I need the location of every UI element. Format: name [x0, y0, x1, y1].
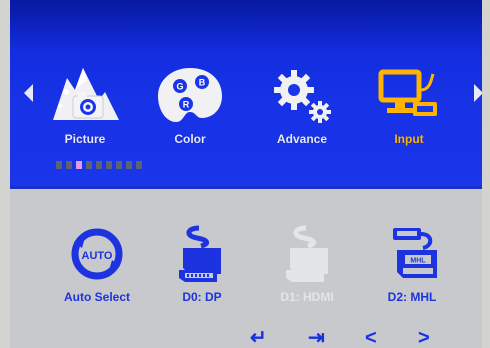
page-dot	[86, 161, 92, 169]
menu-page-indicator	[56, 161, 142, 169]
page-dot-active	[76, 161, 82, 169]
page-dot	[66, 161, 72, 169]
auto-icon: AUTO	[71, 228, 123, 280]
menu-label-advance: Advance	[276, 132, 328, 146]
menu-label-picture: Picture	[64, 132, 106, 146]
menu-panel-shade	[10, 0, 482, 50]
source-label-dp: D0: DP	[182, 290, 222, 304]
source-mhl[interactable]: MHL D2: MHL	[367, 222, 457, 312]
displayport-connector-icon	[179, 225, 221, 282]
menu-label-color: Color	[174, 132, 206, 146]
menu-item-color[interactable]: B G R Color	[148, 60, 232, 150]
enter-icon[interactable]: ↵	[250, 328, 267, 348]
svg-text:G: G	[176, 82, 183, 92]
source-auto-select[interactable]: AUTO Auto Select	[52, 222, 142, 312]
source-label-mhl: D2: MHL	[387, 290, 437, 304]
menu-scroll-right-icon[interactable]	[474, 84, 482, 102]
page-dot	[136, 161, 142, 169]
page-dot	[126, 161, 132, 169]
menu-item-advance[interactable]: Advance	[260, 60, 344, 150]
panel-divider	[10, 186, 482, 189]
menu-item-input[interactable]: Input	[367, 60, 451, 150]
source-hdmi-disabled: D1: HDMI	[262, 222, 352, 312]
menu-scroll-left-icon[interactable]	[24, 84, 33, 102]
auto-icon-text: AUTO	[82, 250, 113, 262]
hdmi-connector-icon	[286, 225, 328, 282]
page-dot	[116, 161, 122, 169]
source-label-hdmi: D1: HDMI	[280, 290, 334, 304]
page-dot	[106, 161, 112, 169]
left-chevron-icon[interactable]: <	[365, 328, 377, 348]
source-label-auto-select: Auto Select	[63, 290, 130, 304]
mhl-connector-icon: MHL	[393, 228, 437, 278]
color-palette-icon: B G R	[158, 68, 222, 122]
menu-item-picture[interactable]: Picture	[43, 60, 127, 150]
svg-text:B: B	[199, 78, 206, 88]
picture-icon	[53, 68, 119, 120]
page-dot	[96, 161, 102, 169]
right-chevron-icon[interactable]: >	[418, 328, 430, 348]
exit-icon[interactable]: ⇥	[308, 328, 325, 348]
gears-icon	[274, 70, 331, 123]
osd-key-hints: ↵ ⇥ < >	[10, 328, 482, 348]
osd-screen: Picture B G R Color Advance Input AUTO A…	[10, 0, 482, 348]
svg-text:R: R	[183, 100, 190, 110]
menu-label-input: Input	[394, 132, 424, 146]
mhl-icon-text: MHL	[410, 258, 426, 265]
page-dot	[56, 161, 62, 169]
source-dp[interactable]: D0: DP	[157, 222, 247, 312]
input-monitor-icon	[378, 69, 437, 116]
